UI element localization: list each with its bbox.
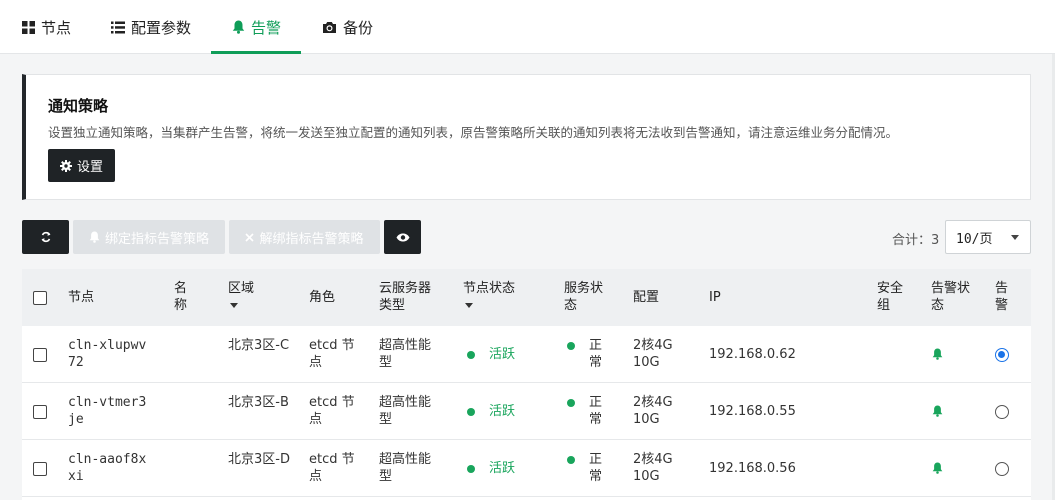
config: 2核4G 10G <box>633 395 673 427</box>
role: etcd 节点 <box>309 338 355 370</box>
bell-icon <box>89 231 100 243</box>
server-type: 超高性能型 <box>379 338 432 370</box>
config: 2核4G 10G <box>633 338 673 370</box>
header-config: 配置 <box>633 290 660 305</box>
header-node: 节点 <box>68 290 95 305</box>
server-type: 超高性能型 <box>379 395 432 427</box>
tab-config-params[interactable]: 配置参数 <box>111 0 191 54</box>
table-row[interactable]: cln-aaof8xxi 北京3区-D etcd 节点 超高性能型 活跃 正常 … <box>22 440 1031 497</box>
node-id[interactable]: cln-xlupwv72 <box>68 337 148 371</box>
status-dot <box>467 350 475 359</box>
alert-radio[interactable] <box>995 462 1009 476</box>
unbind-alert-policy-button[interactable]: 解绑指标告警策略 <box>229 220 380 254</box>
settings-button[interactable]: 设置 <box>48 149 115 182</box>
node-status: 活跃 <box>467 403 515 420</box>
header-security-group: 安全组 <box>877 281 904 313</box>
total-count: 合计：3 <box>892 233 940 248</box>
zone: 北京3区-D <box>228 452 290 467</box>
refresh-icon <box>40 231 52 243</box>
tab-label: 配置参数 <box>131 18 192 37</box>
row-checkbox[interactable] <box>33 462 47 476</box>
node-status: 活跃 <box>467 460 515 477</box>
notification-policy-panel: 通知策略 设置独立通知策略，当集群产生告警，将统一发送至独立配置的通知列表，原告… <box>22 74 1031 200</box>
header-alert: 告警 <box>995 281 1009 313</box>
tab-alerts[interactable]: 告警 <box>232 0 281 54</box>
row-checkbox[interactable] <box>33 405 47 419</box>
chevron-down-icon <box>1011 235 1019 240</box>
node-id[interactable]: cln-vtmer3je <box>68 394 148 428</box>
camera-icon <box>322 21 337 34</box>
sort-down-icon <box>465 303 473 308</box>
active-tab-indicator <box>211 51 301 54</box>
list-icon <box>111 21 125 34</box>
service-status: 正常 <box>567 451 602 485</box>
refresh-button[interactable] <box>22 220 69 254</box>
close-icon <box>245 232 255 242</box>
ip-address: 192.168.0.62 <box>709 347 796 362</box>
node-status-label: 活跃 <box>489 404 516 419</box>
header-zone[interactable]: 区域 <box>228 280 254 314</box>
ip-address: 192.168.0.55 <box>709 404 796 419</box>
sort-down-icon <box>230 303 238 308</box>
header-ip: IP <box>709 290 721 305</box>
ip-address: 192.168.0.56 <box>709 461 796 476</box>
bind-button-label: 绑定指标告警策略 <box>104 231 209 247</box>
role: etcd 节点 <box>309 452 355 484</box>
header-server-type: 云服务器类型 <box>379 281 432 313</box>
alert-radio[interactable] <box>995 348 1009 362</box>
tab-nodes[interactable]: 节点 <box>22 0 71 54</box>
header-node-status[interactable]: 节点状态 <box>463 280 515 314</box>
row-checkbox[interactable] <box>33 348 47 362</box>
notice-title: 通知策略 <box>48 97 109 115</box>
service-status: 正常 <box>567 394 602 428</box>
tab-bar: 节点 配置参数 告警 备份 <box>0 0 1055 54</box>
service-status-label: 正常 <box>589 452 617 484</box>
service-status: 正常 <box>567 337 602 371</box>
server-type: 超高性能型 <box>379 452 432 484</box>
tab-label: 备份 <box>343 18 374 37</box>
tab-backup[interactable]: 备份 <box>322 0 373 54</box>
eye-icon <box>396 233 410 242</box>
tab-label: 告警 <box>251 18 282 37</box>
status-dot <box>467 407 475 416</box>
header-alert-status: 告警状态 <box>931 281 971 313</box>
node-table: 节点 名称 区域 角色 云服务器类型 节点状态 服务状态 配置 IP 安全组 告… <box>22 269 1031 500</box>
header-name: 名称 <box>174 281 188 313</box>
gear-icon <box>59 159 72 172</box>
header-role: 角色 <box>309 290 336 305</box>
header-service-status: 服务状态 <box>564 281 604 313</box>
config: 2核4G 10G <box>633 452 673 484</box>
grid-icon <box>22 20 35 34</box>
view-button[interactable] <box>384 220 421 254</box>
zone: 北京3区-B <box>228 395 289 410</box>
alert-radio[interactable] <box>995 405 1009 419</box>
tab-label: 节点 <box>41 18 72 37</box>
node-id[interactable]: cln-aaof8xxi <box>68 451 148 485</box>
select-all-checkbox[interactable] <box>33 291 47 305</box>
alert-bell-icon[interactable] <box>932 348 943 360</box>
node-status-label: 活跃 <box>489 461 516 476</box>
settings-button-label: 设置 <box>76 160 103 175</box>
bind-alert-policy-button[interactable]: 绑定指标告警策略 <box>73 220 225 254</box>
header-node-status-label: 节点状态 <box>463 281 516 296</box>
alert-bell-icon[interactable] <box>932 462 943 474</box>
bell-icon <box>232 20 245 34</box>
alert-bell-icon[interactable] <box>932 405 943 417</box>
status-dot <box>467 464 475 473</box>
unbind-button-label: 解绑指标告警策略 <box>259 231 364 247</box>
table-row[interactable]: cln-vtmer3je 北京3区-B etcd 节点 超高性能型 活跃 正常 … <box>22 383 1031 440</box>
service-status-label: 正常 <box>589 338 617 370</box>
table-row[interactable]: cln-xlupwv72 北京3区-C etcd 节点 超高性能型 活跃 正常 … <box>22 326 1031 383</box>
node-status-label: 活跃 <box>489 347 516 362</box>
zone: 北京3区-C <box>228 338 290 353</box>
node-status: 活跃 <box>467 346 515 363</box>
notice-description: 设置独立通知策略，当集群产生告警，将统一发送至独立配置的通知列表，原告警策略所关… <box>48 125 899 140</box>
table-header: 节点 名称 区域 角色 云服务器类型 节点状态 服务状态 配置 IP 安全组 告… <box>22 269 1031 326</box>
role: etcd 节点 <box>309 395 355 427</box>
service-status-label: 正常 <box>589 395 617 427</box>
header-zone-label: 区域 <box>228 281 255 296</box>
page-size-select[interactable]: 10/页 <box>945 220 1031 254</box>
page-size-value: 10/页 <box>956 231 993 247</box>
